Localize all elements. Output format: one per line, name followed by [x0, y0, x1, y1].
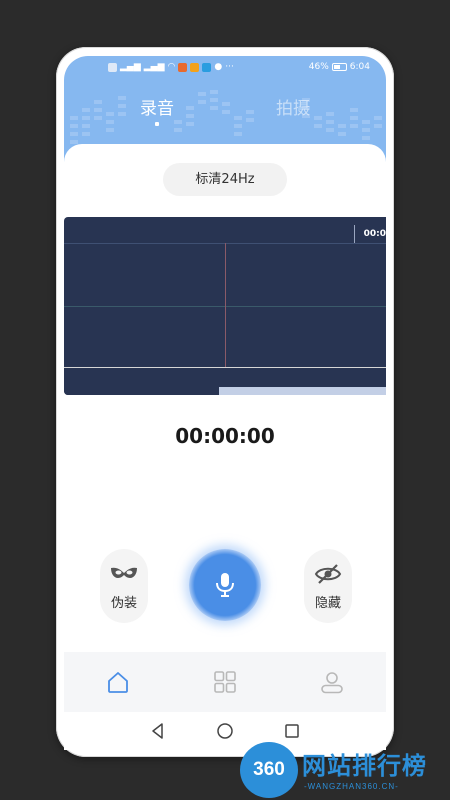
record-button-core [197, 557, 253, 613]
status-icons: ▂▄▆ ▂▄▆ ◠ ● ··· [108, 62, 234, 72]
recents-icon[interactable] [282, 721, 302, 741]
grid-icon [214, 671, 236, 693]
watermark-title: 网站排行榜 [302, 752, 427, 780]
home-icon [107, 672, 128, 693]
nav-apps[interactable] [205, 662, 245, 702]
watermark: 360 网站排行榜 -WANGZHAN360.CN- [238, 740, 450, 800]
wifi-icon: ◠ [167, 62, 176, 72]
tab-record[interactable]: 录音 [140, 94, 174, 119]
mode-tabs: 录音 拍摄 [64, 94, 386, 134]
battery-percent: 46% [308, 62, 329, 72]
back-icon[interactable] [148, 721, 168, 741]
time-mark: 00:0 [363, 229, 386, 239]
playhead [225, 243, 226, 367]
user-icon [321, 672, 344, 694]
waveform-panel: 00:0 [64, 217, 386, 395]
app-notification-icon [178, 62, 188, 72]
message-icon: ● [214, 62, 223, 72]
status-right: 46% 6:04 [309, 62, 370, 72]
home-circle-icon[interactable] [215, 721, 235, 741]
nav-profile[interactable] [312, 662, 352, 702]
main-card: 标清24Hz 00:0 00:00:00 伪装 隐藏 [64, 144, 386, 750]
watermark-logo: 360 [240, 742, 298, 798]
tab-photo[interactable]: 拍摄 [276, 94, 310, 119]
active-tab-indicator [155, 122, 159, 126]
microphone-icon [216, 573, 234, 597]
status-bar: ▂▄▆ ▂▄▆ ◠ ● ··· 46% 6:04 [64, 56, 386, 78]
record-button[interactable] [189, 549, 261, 621]
battery-icon [331, 63, 347, 71]
signal-icon: ▂▄▆ [120, 62, 141, 72]
hide-button[interactable]: 隐藏 [304, 549, 352, 623]
bottom-nav [64, 652, 386, 712]
more-icon: ··· [225, 62, 234, 72]
hide-label: 隐藏 [314, 596, 341, 611]
hd-icon [108, 62, 117, 72]
clock: 6:04 [349, 62, 370, 72]
progress-fill [219, 387, 386, 395]
time-tick [354, 225, 355, 243]
signal-icon: ▂▄▆ [143, 62, 165, 72]
app-notification-icon [202, 62, 212, 72]
eye-off-icon [314, 564, 342, 584]
recording-timer: 00:00:00 [175, 424, 275, 448]
disguise-label: 伪装 [110, 596, 137, 611]
nav-home[interactable] [98, 662, 138, 702]
mask-icon [111, 567, 137, 578]
disguise-button[interactable]: 伪装 [100, 549, 148, 623]
app-notification-icon [190, 62, 200, 72]
watermark-subtitle: -WANGZHAN360.CN- [304, 782, 399, 791]
app-screen: ▂▄▆ ▂▄▆ ◠ ● ··· 46% 6:04 录音 拍摄 标清24Hz 00… [64, 56, 386, 750]
quality-selector[interactable]: 标清24Hz [163, 163, 287, 196]
baseline [64, 367, 386, 368]
